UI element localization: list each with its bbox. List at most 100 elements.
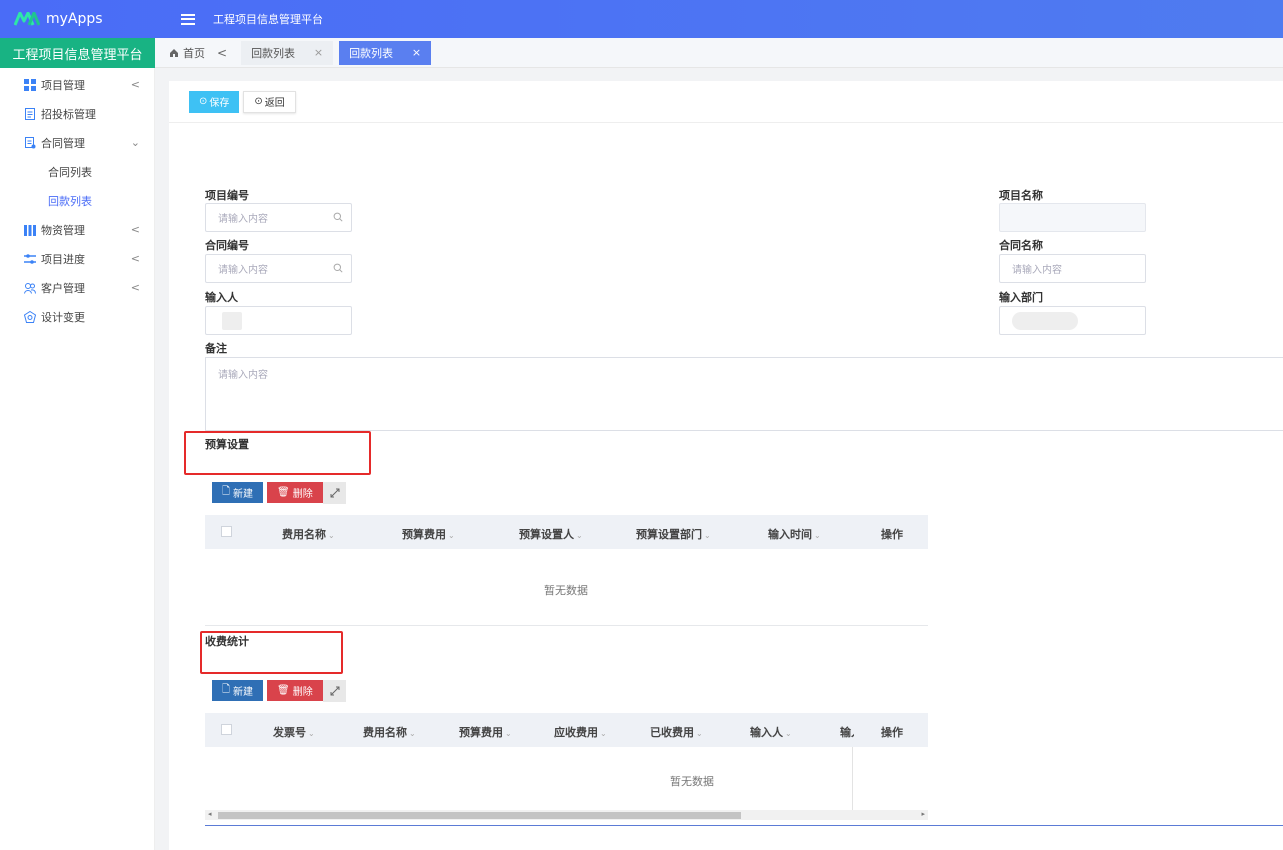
sidebar-subitem-repayment-list[interactable]: 回款列表 <box>0 186 154 215</box>
back-button[interactable]: ⊙ 返回 <box>243 90 296 113</box>
sidebar-subitem-contract-list[interactable]: 合同列表 <box>0 157 154 186</box>
placeholder: 请输入内容 <box>218 214 268 225</box>
expand-icon <box>330 488 339 498</box>
budget-delete-button[interactable]: 🗑 删除 <box>267 482 323 503</box>
fees-expand-button[interactable] <box>323 680 346 702</box>
tab-prev-button[interactable]: < <box>217 46 227 60</box>
menu-toggle-icon[interactable] <box>181 13 195 25</box>
input-dept-field[interactable] <box>999 306 1146 335</box>
save-icon: ⊙ <box>199 96 208 107</box>
sidebar-item-project-progress[interactable]: 项目进度 < <box>0 244 154 273</box>
sidebar-item-label: 设计变更 <box>41 310 85 324</box>
chevron-left-icon: < <box>130 78 140 91</box>
tab-home-label: 首页 <box>183 46 205 60</box>
column-header[interactable]: 预算费用 ⌄ <box>459 724 512 740</box>
sidebar-item-project-management[interactable]: 项目管理 < <box>0 70 154 99</box>
scroll-right-icon[interactable]: ▸ <box>921 810 925 818</box>
sidebar-item-material-management[interactable]: 物资管理 < <box>0 215 154 244</box>
redacted-value <box>1012 311 1078 330</box>
input-dept-label: 输入部门 <box>999 291 1043 304</box>
contract-name-input[interactable]: 请输入内容 <box>999 254 1146 283</box>
scroll-left-icon[interactable]: ◂ <box>208 810 212 818</box>
column-header[interactable]: 输入时间 ⌄ <box>768 526 821 542</box>
budget-table-header: 费用名称 ⌄ 预算费用 ⌄ 预算设置人 ⌄ 预算设置部门 ⌄ 输入时间 ⌄ 操作 <box>205 515 928 549</box>
fees-table-header: 发票号⌄ 费用名称⌄ 预算费用⌄ 应收费用⌄ 已收费用⌄ 输入人⌄ 输入 操作 <box>205 713 928 747</box>
column-header[interactable]: 预算设置部门 ⌄ <box>636 526 711 542</box>
column-header: 操作 <box>881 726 903 739</box>
input-person-field[interactable] <box>205 306 352 335</box>
project-no-label: 项目编号 <box>205 189 249 202</box>
sidebar-item-label: 客户管理 <box>41 281 85 295</box>
sidebar-item-bidding-management[interactable]: 招投标管理 <box>0 99 154 128</box>
back-icon: ⊙ <box>254 96 263 107</box>
fees-empty-text: 暂无数据 <box>670 775 714 788</box>
column-header[interactable]: 输入人 ⌄ <box>750 724 792 740</box>
tab-repayment-list-active[interactable]: 回款列表 × <box>339 40 432 65</box>
sidebar-item-contract-management[interactable]: 合同管理 ⌄ <box>0 128 154 157</box>
contract-no-label: 合同编号 <box>205 239 249 252</box>
tab-close-icon[interactable]: × <box>412 46 421 59</box>
column-header[interactable]: 发票号 ⌄ <box>273 724 315 740</box>
budget-section-title: 预算设置 <box>205 438 249 451</box>
sidebar-item-label: 合同管理 <box>41 136 85 150</box>
remark-label: 备注 <box>205 342 227 355</box>
tab-label: 回款列表 <box>251 46 296 60</box>
delete-label: 删除 <box>292 687 313 698</box>
scroll-thumb[interactable] <box>218 812 741 819</box>
placeholder: 请输入内容 <box>218 265 268 276</box>
select-all-checkbox[interactable] <box>221 526 232 537</box>
search-icon[interactable] <box>333 212 343 222</box>
search-icon[interactable] <box>333 263 343 273</box>
budget-empty-text: 暂无数据 <box>544 584 588 597</box>
document-icon <box>25 107 35 120</box>
sidebar-item-label: 项目管理 <box>41 78 85 92</box>
expand-icon <box>330 686 339 696</box>
contract-no-input[interactable]: 请输入内容 <box>205 254 352 283</box>
home-icon <box>170 48 178 57</box>
column-header[interactable]: 已收费用 ⌄ <box>650 724 703 740</box>
column-header[interactable]: 输入 <box>840 724 854 740</box>
brand[interactable]: myApps <box>0 11 155 27</box>
file-icon: 🗋 <box>222 684 231 695</box>
chevron-left-icon: < <box>130 223 140 236</box>
chevron-left-icon: < <box>130 252 140 265</box>
fees-new-button[interactable]: 🗋 新建 <box>212 680 264 701</box>
sidebar-item-customer-management[interactable]: 客户管理 < <box>0 273 154 302</box>
column-header[interactable]: 费用名称 ⌄ <box>363 724 416 740</box>
save-button[interactable]: ⊙ 保存 <box>189 90 240 113</box>
column-header: 操作 <box>881 528 903 541</box>
app-title: 工程项目信息管理平台 <box>213 13 323 26</box>
tab-close-icon[interactable]: × <box>314 46 323 59</box>
sidebar-item-label: 物资管理 <box>41 223 85 237</box>
column-header[interactable]: 预算设置人 ⌄ <box>519 526 583 542</box>
select-all-checkbox[interactable] <box>221 724 232 735</box>
new-label: 新建 <box>233 489 254 500</box>
form-toolbar: ⊙ 保存 ⊙ 返回 <box>169 81 1283 123</box>
tab-home[interactable]: 首页 <box>169 45 205 61</box>
myapps-logo-icon <box>14 12 40 26</box>
column-header[interactable]: 预算费用 ⌄ <box>402 526 455 542</box>
column-header[interactable]: 应收费用 ⌄ <box>554 724 607 740</box>
budget-expand-button[interactable] <box>323 482 346 504</box>
sidebar-item-design-change[interactable]: 设计变更 <box>0 302 154 331</box>
save-label: 保存 <box>209 98 230 109</box>
project-no-input[interactable]: 请输入内容 <box>205 203 352 232</box>
horizontal-scrollbar[interactable]: ◂ ▸ <box>205 810 928 820</box>
column-header[interactable]: 费用名称 ⌄ <box>282 526 335 542</box>
top-bar: myApps 工程项目信息管理平台 <box>0 0 1283 38</box>
grid-icon <box>24 78 36 91</box>
fixed-column-divider <box>852 747 853 810</box>
placeholder: 请输入内容 <box>1012 265 1062 276</box>
remark-textarea[interactable]: 请输入内容 <box>205 357 1283 431</box>
back-label: 返回 <box>264 98 285 109</box>
trash-icon: 🗑 <box>277 487 290 498</box>
budget-new-button[interactable]: 🗋 新建 <box>212 482 264 503</box>
tab-repayment-list[interactable]: 回款列表 × <box>241 40 334 65</box>
bottom-line <box>205 825 1283 826</box>
tab-label: 回款列表 <box>349 46 394 60</box>
fees-delete-button[interactable]: 🗑 删除 <box>267 680 323 701</box>
contract-name-label: 合同名称 <box>999 239 1043 252</box>
project-name-input[interactable] <box>999 203 1146 232</box>
contract-icon <box>25 136 36 148</box>
chevron-left-icon: < <box>130 281 140 294</box>
